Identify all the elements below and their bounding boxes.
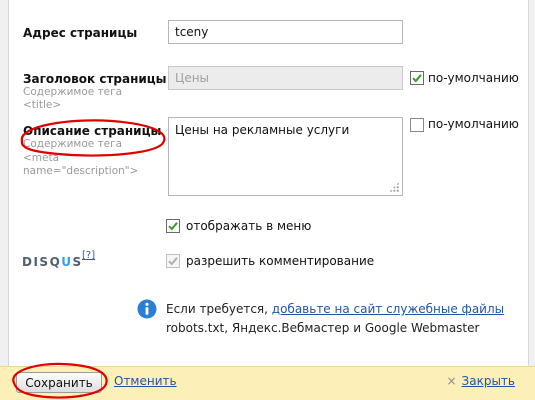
allow-comments-label: разрешить комментирование (186, 254, 375, 268)
page-description-default-label: по-умолчанию (428, 117, 519, 131)
right-edge (528, 0, 535, 366)
disqus-logo: DISQUS (22, 255, 83, 269)
close-link[interactable]: Закрыть (462, 374, 515, 388)
page-address-input[interactable]: tceny (168, 20, 403, 44)
page-title-label: Заголовок страницы (23, 72, 167, 86)
left-edge (0, 0, 9, 366)
page-description-hint-meta: <meta (23, 152, 60, 164)
page-description-default-checkbox[interactable] (410, 118, 424, 132)
page-description-textarea[interactable]: Цены на рекламные услуги (168, 117, 403, 196)
page-description-label: Описание страницы (23, 124, 162, 138)
checkmark-icon (168, 257, 178, 266)
annotation-overlay (12, 119, 166, 399)
resize-grip-icon[interactable] (389, 182, 399, 192)
close-icon[interactable]: × (446, 375, 456, 387)
page-title-input[interactable]: Цены (168, 66, 403, 90)
checkmark-icon (168, 222, 178, 231)
page-title-default-checkbox[interactable] (410, 71, 424, 85)
show-in-menu-label: отображать в меню (186, 219, 312, 233)
cancel-link[interactable]: Отменить (114, 374, 177, 388)
page-title-default-label: по-умолчанию (428, 71, 519, 85)
page-title-hint: Содержимое тега (23, 86, 123, 98)
page-title-hint-tag: <title> (23, 99, 62, 111)
checkmark-icon (412, 74, 422, 83)
page-description-text: Цены на рекламные услуги (175, 123, 350, 137)
info-icon (137, 299, 157, 319)
page-address-label: Адрес страницы (23, 26, 138, 40)
show-in-menu-checkbox[interactable] (166, 219, 180, 233)
add-service-files-link[interactable]: добавьте на сайт служебные файлы (272, 302, 504, 316)
close-control[interactable]: × Закрыть (446, 374, 515, 388)
info-text: Если требуется, добавьте на сайт служебн… (166, 302, 505, 335)
save-button[interactable]: Сохранить (16, 372, 102, 393)
info-text-line2: robots.txt, Яндекс.Вебмастер и Google We… (166, 321, 480, 335)
page-description-hint-name: name="description"> (23, 165, 139, 177)
disqus-help-link[interactable]: [?] (82, 250, 95, 261)
allow-comments-checkbox[interactable] (166, 254, 180, 268)
page-description-hint: Содержимое тега (23, 138, 123, 150)
